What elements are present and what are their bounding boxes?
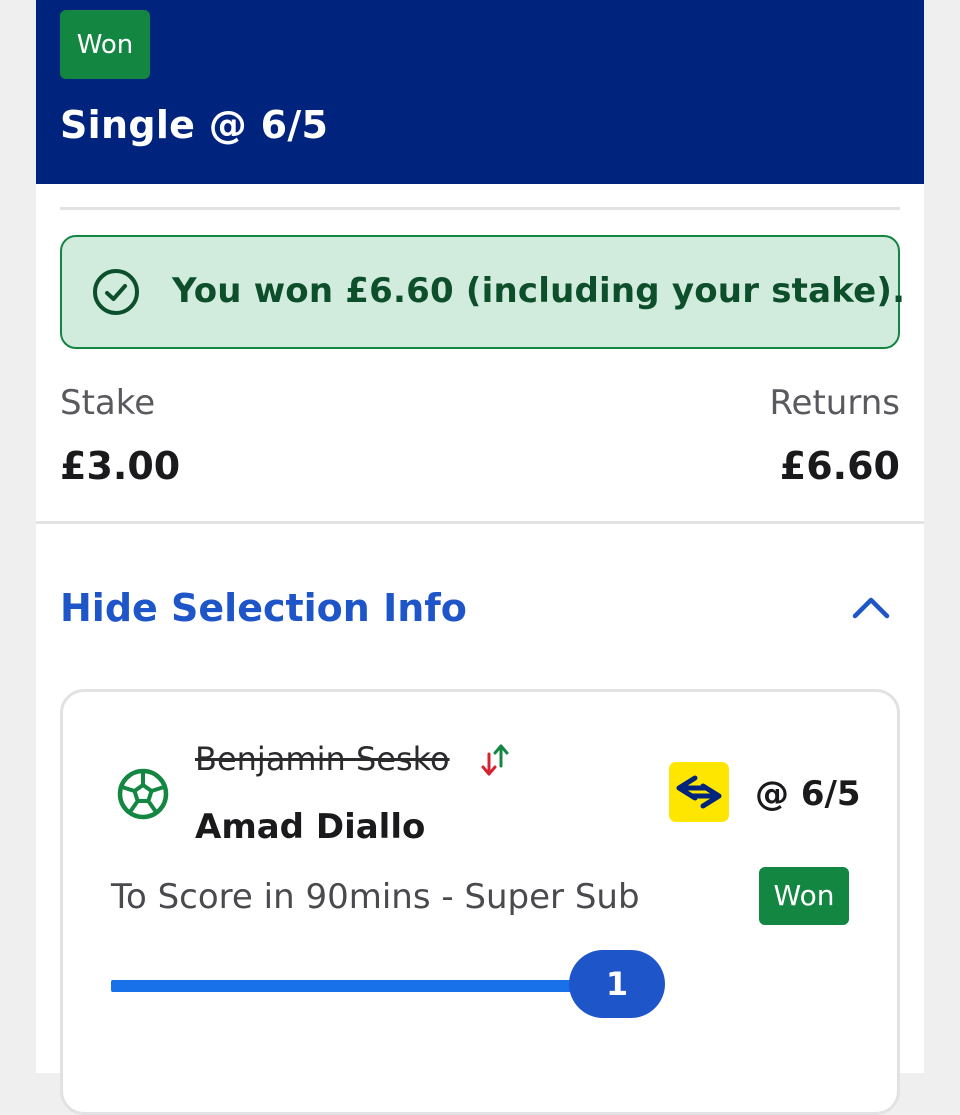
bet-title: Single @ 6/5 (60, 103, 329, 147)
selection-status-badge: Won (759, 867, 849, 925)
divider (60, 207, 900, 210)
player-name: Amad Diallo (195, 807, 426, 847)
selection-price: @ 6/5 (755, 774, 861, 814)
check-circle-icon (93, 269, 139, 315)
market-name: To Score in 90mins - Super Sub (111, 877, 640, 917)
divider (36, 521, 924, 524)
progress-count: 1 (569, 950, 665, 1018)
football-icon (117, 768, 169, 820)
chevron-up-icon[interactable] (848, 588, 894, 628)
original-player-name: Benjamin Sesko (195, 740, 450, 778)
swap-arrows-icon (481, 744, 509, 776)
status-badge: Won (60, 10, 150, 79)
super-sub-icon (669, 762, 729, 822)
stake-value: £3.00 (60, 444, 181, 488)
hide-selection-info-button[interactable]: Hide Selection Info (60, 586, 467, 630)
won-message: You won £6.60 (including your stake). (172, 271, 906, 311)
bet-header: Won Single @ 6/5 (36, 0, 924, 184)
stake-label: Stake (60, 383, 156, 423)
returns-label: Returns (769, 383, 900, 423)
super-sub-arrows-icon (676, 775, 722, 809)
bet-card: Won Single @ 6/5 You won £6.60 (includin… (36, 0, 924, 1115)
won-result-banner: You won £6.60 (including your stake). (60, 235, 905, 349)
returns-value: £6.60 (779, 444, 900, 488)
selection-card: Benjamin Sesko Amad Diallo @ 6/5 To Scor… (60, 689, 900, 1115)
progress-bar (111, 980, 581, 992)
